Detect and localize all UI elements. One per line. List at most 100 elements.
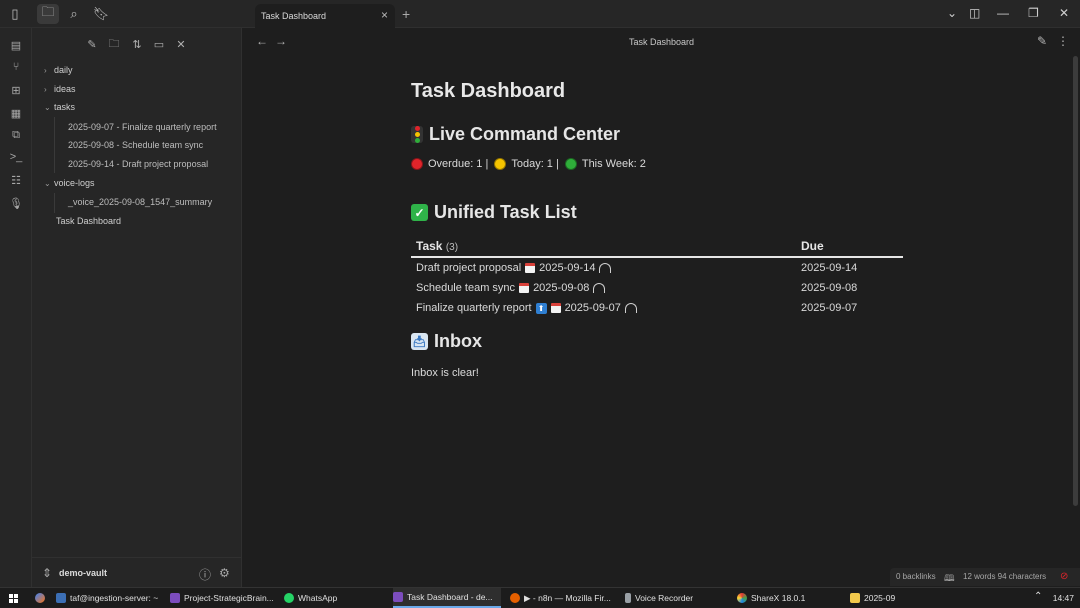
- taskbar-item-folder[interactable]: 2025-09: [850, 588, 910, 608]
- check-mark-icon: ✓: [411, 204, 428, 221]
- overdue-count: Overdue: 1 |: [428, 158, 489, 170]
- view-header: ← → Task Dashboard ✎ ⋮: [243, 28, 1080, 56]
- taskbar-item-terminal[interactable]: taf@ingestion-server: ~: [56, 588, 164, 608]
- start-button[interactable]: [4, 588, 22, 608]
- edit-icon[interactable]: ✎: [1037, 34, 1047, 48]
- title-bar: ▯ 🗀 ⌕ 🔖︎ Task Dashboard × + ⌄ ◫ — ❐ ✕: [0, 0, 1080, 28]
- task-date: 2025-09-14: [539, 262, 596, 274]
- obsidian-app-icon: [393, 592, 403, 602]
- canvas-icon[interactable]: ⊞: [6, 81, 26, 99]
- obsidian-app-icon: [170, 593, 180, 603]
- taskbar-item-voice-recorder[interactable]: Voice Recorder: [625, 588, 725, 608]
- file-schedule-team-sync[interactable]: 2025-09-08 - Schedule team sync: [68, 140, 203, 150]
- new-tab-icon[interactable]: +: [402, 6, 410, 22]
- file-finalize-quarterly-report[interactable]: 2025-09-07 - Finalize quarterly report: [68, 122, 217, 132]
- backlinks-count[interactable]: 0 backlinks: [896, 572, 936, 581]
- microphone-icon: [625, 593, 631, 603]
- red-circle-icon: [411, 158, 423, 170]
- templates-icon[interactable]: ⧉: [6, 126, 26, 144]
- clock[interactable]: 14:47: [1053, 593, 1074, 603]
- layout-icon[interactable]: ◫: [969, 6, 980, 20]
- new-folder-icon[interactable]: 🗀: [106, 36, 122, 52]
- collapse-icon[interactable]: ▭: [151, 36, 167, 52]
- file-task-dashboard[interactable]: Task Dashboard: [56, 216, 121, 226]
- chevron-down-icon[interactable]: ⌄: [947, 6, 957, 20]
- taskbar-item-firefox[interactable]: ▶ - n8n — Mozilla Fir...: [510, 588, 618, 608]
- restore-icon[interactable]: ❐: [1028, 6, 1039, 20]
- taskbar-item-project[interactable]: Project-StrategicBrain...: [170, 588, 276, 608]
- search-icon[interactable]: ⌕: [63, 4, 85, 24]
- page-title: Task Dashboard: [411, 80, 566, 102]
- calendar-icon[interactable]: ▦: [6, 104, 26, 122]
- task-link[interactable]: Draft project proposal: [416, 262, 521, 274]
- reading-mode-icon[interactable]: 🕮︎: [944, 571, 955, 587]
- task-cell: Finalize quarterly report ⬆ 2025-09-07: [416, 302, 637, 314]
- headphones-icon: [599, 263, 612, 273]
- file-explorer: ✎ 🗀 ⇅ ▭ ✕ › daily › ideas ⌄ tasks 2025-09-0…: [32, 28, 242, 587]
- inbox-heading: 📥︎ Inbox: [411, 331, 482, 352]
- taskbar-item-task-dashboard[interactable]: Task Dashboard - de...: [393, 588, 501, 608]
- list-icon[interactable]: ☷: [6, 171, 26, 189]
- open-file-icon[interactable]: ▤: [6, 36, 26, 54]
- sync-off-icon[interactable]: ⊘: [1060, 571, 1068, 582]
- due-cell: 2025-09-08: [801, 282, 858, 294]
- obsidian-window: ▯ 🗀 ⌕ 🔖︎ Task Dashboard × + ⌄ ◫ — ❐ ✕ ▤ …: [0, 0, 1080, 587]
- terminal-icon[interactable]: >_: [6, 148, 26, 166]
- task-link[interactable]: Finalize quarterly report: [416, 302, 532, 314]
- folder-tasks[interactable]: ⌄ tasks: [44, 102, 75, 112]
- chevron-up-icon[interactable]: ⌃: [1034, 591, 1042, 602]
- minimize-icon[interactable]: —: [997, 6, 1009, 20]
- bookmark-icon[interactable]: 🔖︎: [90, 4, 112, 24]
- yellow-circle-icon: [494, 158, 507, 170]
- folder-daily[interactable]: › daily: [44, 65, 73, 75]
- taskbar-item-whatsapp[interactable]: WhatsApp: [284, 588, 344, 608]
- priority-up-icon: ⬆: [535, 302, 547, 314]
- copilot-icon[interactable]: [32, 588, 48, 608]
- gear-icon[interactable]: ⚙: [219, 566, 230, 580]
- unified-task-title: Unified Task List: [434, 202, 577, 222]
- sidebar-toggle-icon[interactable]: ▯: [4, 4, 26, 24]
- view-title[interactable]: Task Dashboard: [243, 37, 1080, 47]
- file-draft-project-proposal[interactable]: 2025-09-14 - Draft project proposal: [68, 159, 208, 169]
- chevron-right-icon: ›: [44, 85, 47, 94]
- col-due[interactable]: Due: [801, 239, 824, 253]
- sharex-icon: [737, 593, 747, 603]
- graph-icon[interactable]: ⑂: [6, 58, 26, 76]
- table-row: Draft project proposal 2025-09-14 2025-0…: [411, 258, 903, 278]
- folder-ideas[interactable]: › ideas: [44, 84, 76, 94]
- window-close-icon[interactable]: ✕: [1059, 6, 1069, 20]
- chevron-updown-icon: ⇕: [42, 566, 53, 580]
- status-bar: 0 backlinks 🕮︎ 12 words 94 characters ⊘: [890, 568, 1080, 586]
- folder-icon: [850, 593, 860, 603]
- task-count: (3): [445, 242, 459, 253]
- close-all-icon[interactable]: ✕: [173, 36, 189, 52]
- scrollbar[interactable]: [1073, 56, 1078, 506]
- word-char-count: 12 words 94 characters: [963, 572, 1047, 581]
- taskbar-item-sharex[interactable]: ShareX 18.0.1: [737, 588, 837, 608]
- folder-icon[interactable]: 🗀: [37, 4, 59, 24]
- due-cell: 2025-09-07: [801, 302, 858, 314]
- task-link[interactable]: Schedule team sync: [416, 282, 515, 294]
- tree-guide: [54, 193, 55, 213]
- col-task[interactable]: Task (3): [416, 239, 458, 253]
- due-cell: 2025-09-14: [801, 262, 858, 274]
- tab-task-dashboard[interactable]: Task Dashboard ×: [255, 4, 395, 28]
- table-row: Schedule team sync 2025-09-08 2025-09-08: [411, 278, 903, 298]
- more-options-icon[interactable]: ⋮: [1057, 34, 1069, 48]
- live-command-heading: Live Command Center: [411, 124, 620, 145]
- help-icon[interactable]: ⓘ: [199, 566, 211, 583]
- new-note-icon[interactable]: ✎: [84, 36, 100, 52]
- calendar-icon: [519, 283, 530, 293]
- microphone-icon[interactable]: 🎙︎: [6, 194, 26, 212]
- live-command-title: Live Command Center: [429, 124, 621, 144]
- folder-voice-logs[interactable]: ⌄ voice-logs: [44, 178, 95, 188]
- close-icon[interactable]: ×: [381, 8, 388, 22]
- sort-icon[interactable]: ⇅: [129, 36, 145, 52]
- green-circle-icon: [564, 158, 577, 170]
- headphones-icon: [593, 283, 606, 293]
- headphones-icon: [624, 303, 637, 313]
- vault-switcher[interactable]: ⇕ demo-vault ⓘ ⚙: [32, 557, 242, 587]
- tree-guide: [54, 117, 55, 173]
- windows-icon: [8, 593, 18, 603]
- file-voice-summary[interactable]: _voice_2025-09-08_1547_summary: [68, 197, 212, 207]
